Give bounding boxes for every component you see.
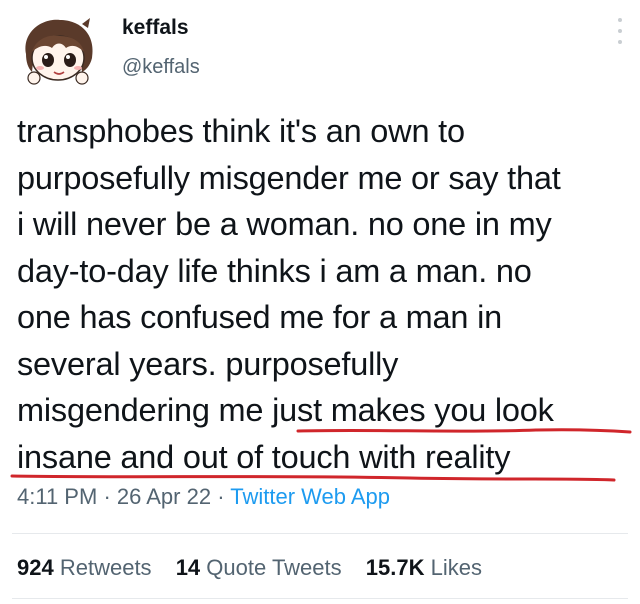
retweets-stat[interactable]: 924 Retweets xyxy=(17,555,152,580)
tweet-stats: 924 Retweets 14 Quote Tweets 15.7K Likes xyxy=(17,555,500,581)
likes-label: Likes xyxy=(430,555,482,580)
tweet-line: transphobes think it's an own to xyxy=(17,113,465,149)
author-handle[interactable]: @keffals xyxy=(122,56,200,79)
quote-tweets-count: 14 xyxy=(175,555,201,580)
tweet-line: several years. purposefully xyxy=(17,345,399,382)
meta-separator: · xyxy=(217,484,225,509)
divider xyxy=(12,533,628,534)
tweet-time[interactable]: 4:11 PM xyxy=(17,484,97,509)
tweet-meta: 4:11 PM · 26 Apr 22 · Twitter Web App xyxy=(17,484,390,510)
tweet-date[interactable]: 26 Apr 22 xyxy=(117,484,211,509)
divider xyxy=(12,598,628,599)
tweet-line: one has confused me for a man in xyxy=(17,299,503,335)
tweet-line: day-to-day life thinks i am a man. no xyxy=(17,252,532,289)
retweets-label: Retweets xyxy=(59,555,152,580)
tweet-line: i will never be a woman. no one in my xyxy=(17,206,552,242)
likes-count: 15.7K xyxy=(365,555,425,580)
retweets-count: 924 xyxy=(17,555,54,580)
tweet-text: transphobes think it's an own to purpose… xyxy=(17,108,637,480)
tweet-source-app[interactable]: Twitter Web App xyxy=(230,484,390,509)
more-options-icon[interactable] xyxy=(616,18,624,44)
avatar[interactable] xyxy=(16,14,100,90)
quote-tweets-label: Quote Tweets xyxy=(206,555,342,580)
author-display-name[interactable]: keffals xyxy=(122,16,189,40)
anime-avatar-icon xyxy=(25,18,93,85)
meta-separator: · xyxy=(103,484,111,509)
likes-stat[interactable]: 15.7K Likes xyxy=(366,555,482,580)
tweet-line: purposefully misgender me or say that xyxy=(17,159,561,196)
quote-tweets-stat[interactable]: 14 Quote Tweets xyxy=(176,555,342,580)
annotation-underline xyxy=(10,474,616,482)
annotation-underline xyxy=(296,428,632,434)
